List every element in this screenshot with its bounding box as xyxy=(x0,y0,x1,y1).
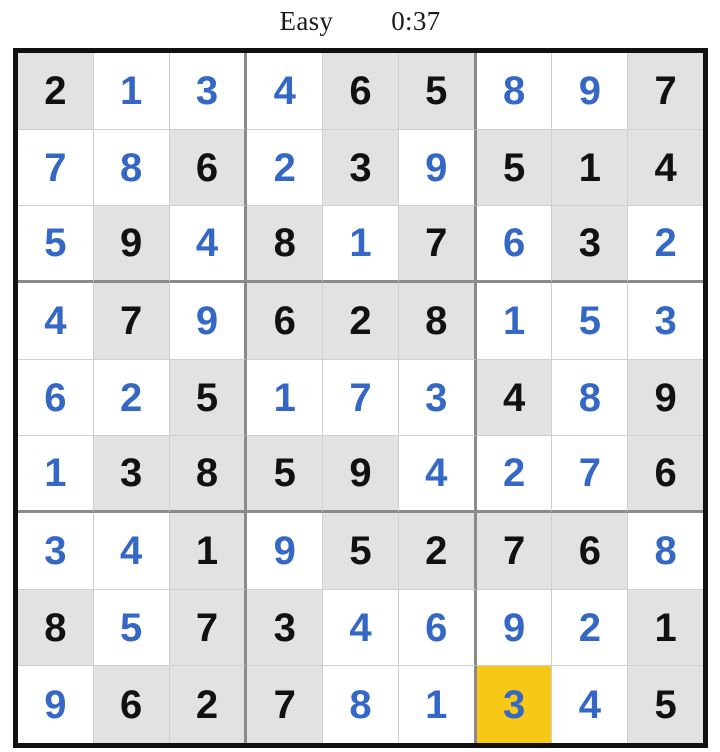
sudoku-cell-r1c6[interactable]: 5 xyxy=(398,53,477,130)
sudoku-cell-r7c6[interactable]: 2 xyxy=(398,513,477,590)
sudoku-cell-r4c2[interactable]: 7 xyxy=(93,283,170,360)
sudoku-cell-r6c7[interactable]: 2 xyxy=(476,436,553,514)
sudoku-cell-r1c8[interactable]: 9 xyxy=(552,53,629,130)
sudoku-cell-r8c1[interactable]: 8 xyxy=(18,589,94,667)
sudoku-cell-r4c1[interactable]: 4 xyxy=(18,283,94,360)
sudoku-cell-r9c8[interactable]: 4 xyxy=(552,666,629,744)
sudoku-cell-r6c8[interactable]: 7 xyxy=(552,436,629,514)
sudoku-cell-r7c2[interactable]: 4 xyxy=(93,513,170,590)
sudoku-cell-r5c4[interactable]: 1 xyxy=(247,359,324,437)
sudoku-cell-r3c3[interactable]: 4 xyxy=(169,206,248,284)
sudoku-row: 594817632 xyxy=(18,206,704,284)
sudoku-cell-r2c3[interactable]: 6 xyxy=(169,129,248,207)
sudoku-cell-r9c4[interactable]: 7 xyxy=(247,666,324,744)
sudoku-cell-r2c1[interactable]: 7 xyxy=(18,129,94,207)
sudoku-cell-r6c2[interactable]: 3 xyxy=(93,436,170,514)
sudoku-cell-r1c3[interactable]: 3 xyxy=(169,53,248,130)
sudoku-cell-r3c7[interactable]: 6 xyxy=(476,206,553,284)
sudoku-cell-r8c4[interactable]: 3 xyxy=(247,589,324,667)
sudoku-cell-r6c6[interactable]: 4 xyxy=(398,436,477,514)
sudoku-cell-r8c3[interactable]: 7 xyxy=(169,589,248,667)
sudoku-cell-r6c1[interactable]: 1 xyxy=(18,436,94,514)
sudoku-cell-r6c5[interactable]: 9 xyxy=(323,436,399,514)
sudoku-cell-r5c9[interactable]: 9 xyxy=(628,359,704,437)
sudoku-grid[interactable]: 2134658977862395145948176324796281536251… xyxy=(13,48,708,748)
sudoku-cell-r2c5[interactable]: 3 xyxy=(323,129,399,207)
sudoku-cell-r4c9[interactable]: 3 xyxy=(628,283,704,360)
sudoku-cell-r3c9[interactable]: 2 xyxy=(628,206,704,284)
sudoku-cell-r7c9[interactable]: 8 xyxy=(628,513,704,590)
sudoku-cell-r6c3[interactable]: 8 xyxy=(169,436,248,514)
sudoku-cell-r2c2[interactable]: 8 xyxy=(93,129,170,207)
sudoku-cell-r2c9[interactable]: 4 xyxy=(628,129,704,207)
sudoku-cell-r4c3[interactable]: 9 xyxy=(169,283,248,360)
sudoku-cell-r8c6[interactable]: 6 xyxy=(398,589,477,667)
sudoku-cell-r7c4[interactable]: 9 xyxy=(247,513,324,590)
sudoku-cell-r5c6[interactable]: 3 xyxy=(398,359,477,437)
sudoku-row: 786239514 xyxy=(18,129,704,207)
sudoku-cell-r9c1[interactable]: 9 xyxy=(18,666,94,744)
sudoku-cell-r7c3[interactable]: 1 xyxy=(169,513,248,590)
sudoku-cell-r8c2[interactable]: 5 xyxy=(93,589,170,667)
sudoku-cell-r4c6[interactable]: 8 xyxy=(398,283,477,360)
sudoku-cell-r4c8[interactable]: 5 xyxy=(552,283,629,360)
sudoku-cell-r9c2[interactable]: 6 xyxy=(93,666,170,744)
sudoku-cell-r9c6[interactable]: 1 xyxy=(398,666,477,744)
sudoku-row: 857346921 xyxy=(18,589,704,667)
sudoku-cell-r3c1[interactable]: 5 xyxy=(18,206,94,284)
game-header: Easy 0:37 xyxy=(0,0,720,48)
sudoku-cell-r9c5[interactable]: 8 xyxy=(323,666,399,744)
sudoku-cell-r6c4[interactable]: 5 xyxy=(247,436,324,514)
sudoku-row: 962781345 xyxy=(18,666,704,744)
sudoku-cell-r8c5[interactable]: 4 xyxy=(323,589,399,667)
difficulty-label: Easy xyxy=(279,6,334,36)
sudoku-row: 213465897 xyxy=(18,53,704,130)
sudoku-cell-r3c2[interactable]: 9 xyxy=(93,206,170,284)
sudoku-cell-r8c8[interactable]: 2 xyxy=(552,589,629,667)
sudoku-cell-r1c7[interactable]: 8 xyxy=(476,53,553,130)
sudoku-cell-r8c9[interactable]: 1 xyxy=(628,589,704,667)
sudoku-cell-r6c9[interactable]: 6 xyxy=(628,436,704,514)
sudoku-cell-r8c7[interactable]: 9 xyxy=(476,589,553,667)
sudoku-cell-r1c4[interactable]: 4 xyxy=(247,53,324,130)
sudoku-cell-r1c2[interactable]: 1 xyxy=(93,53,170,130)
sudoku-cell-r3c4[interactable]: 8 xyxy=(247,206,324,284)
sudoku-cell-r5c1[interactable]: 6 xyxy=(18,359,94,437)
sudoku-cell-r7c7[interactable]: 7 xyxy=(476,513,553,590)
sudoku-cell-r3c6[interactable]: 7 xyxy=(398,206,477,284)
sudoku-cell-r1c9[interactable]: 7 xyxy=(628,53,704,130)
sudoku-cell-r9c9[interactable]: 5 xyxy=(628,666,704,744)
sudoku-cell-selected[interactable]: 3 xyxy=(476,666,553,744)
sudoku-cell-r4c7[interactable]: 1 xyxy=(476,283,553,360)
sudoku-cell-r5c5[interactable]: 7 xyxy=(323,359,399,437)
sudoku-cell-r2c7[interactable]: 5 xyxy=(476,129,553,207)
sudoku-cell-r5c2[interactable]: 2 xyxy=(93,359,170,437)
timer-label: 0:37 xyxy=(391,6,441,36)
sudoku-cell-r4c4[interactable]: 6 xyxy=(247,283,324,360)
sudoku-cell-r1c1[interactable]: 2 xyxy=(18,53,94,130)
sudoku-cell-r2c8[interactable]: 1 xyxy=(552,129,629,207)
sudoku-cell-r5c7[interactable]: 4 xyxy=(476,359,553,437)
sudoku-row: 479628153 xyxy=(18,283,704,360)
sudoku-cell-r2c6[interactable]: 9 xyxy=(398,129,477,207)
sudoku-cell-r5c8[interactable]: 8 xyxy=(552,359,629,437)
sudoku-cell-r7c5[interactable]: 5 xyxy=(323,513,399,590)
sudoku-cell-r9c3[interactable]: 2 xyxy=(169,666,248,744)
sudoku-cell-r3c8[interactable]: 3 xyxy=(552,206,629,284)
sudoku-row: 625173489 xyxy=(18,359,704,437)
sudoku-cell-r5c3[interactable]: 5 xyxy=(169,359,248,437)
sudoku-cell-r4c5[interactable]: 2 xyxy=(323,283,399,360)
sudoku-row: 341952768 xyxy=(18,513,704,590)
sudoku-cell-r1c5[interactable]: 6 xyxy=(323,53,399,130)
sudoku-row: 138594276 xyxy=(18,436,704,514)
sudoku-cell-r7c1[interactable]: 3 xyxy=(18,513,94,590)
sudoku-cell-r7c8[interactable]: 6 xyxy=(552,513,629,590)
sudoku-cell-r3c5[interactable]: 1 xyxy=(323,206,399,284)
sudoku-cell-r2c4[interactable]: 2 xyxy=(247,129,324,207)
